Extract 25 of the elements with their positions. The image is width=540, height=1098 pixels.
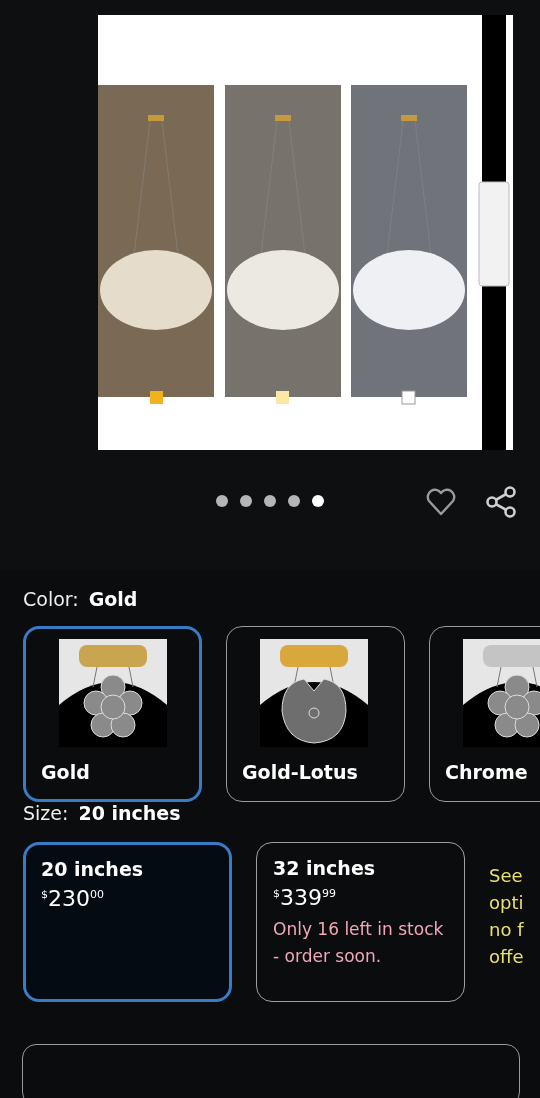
color-option[interactable]: Gold [23,626,202,802]
size-name: 20 inches [41,858,145,880]
price: $^{$}$230$^{00}$ [41,886,105,911]
heart-icon[interactable] [426,488,456,516]
size-name: 32 inches [273,857,377,879]
size-value: 20 inches [78,802,181,824]
options-note: opti [489,891,524,915]
options-note: offe [489,945,524,969]
color-option[interactable]: Gold-Lotus [226,626,405,802]
page-dot[interactable] [264,495,276,507]
color-option[interactable]: Chrome [429,626,540,802]
color-label: Color: [23,588,79,610]
stock-warning: Only 16 left in stock - order soon. [273,918,445,968]
share-icon[interactable] [485,485,517,519]
options-note: See [489,864,524,888]
size-option[interactable]: 32 inches $^{$}$339$^{99}$ Only 16 left in stock - order soon. [256,842,465,1002]
options-note: no f [489,918,524,942]
page-dot[interactable] [312,495,324,507]
size-option[interactable]: 20 inches $^{$}$230$^{00}$ [23,842,232,1002]
size-label: Size: [23,802,69,824]
page-dot[interactable] [240,495,252,507]
color-value: Gold [88,588,138,610]
page-dot[interactable] [216,495,228,507]
price: $^{$}$339$^{99}$ [273,885,337,910]
page-dot[interactable] [288,495,300,507]
